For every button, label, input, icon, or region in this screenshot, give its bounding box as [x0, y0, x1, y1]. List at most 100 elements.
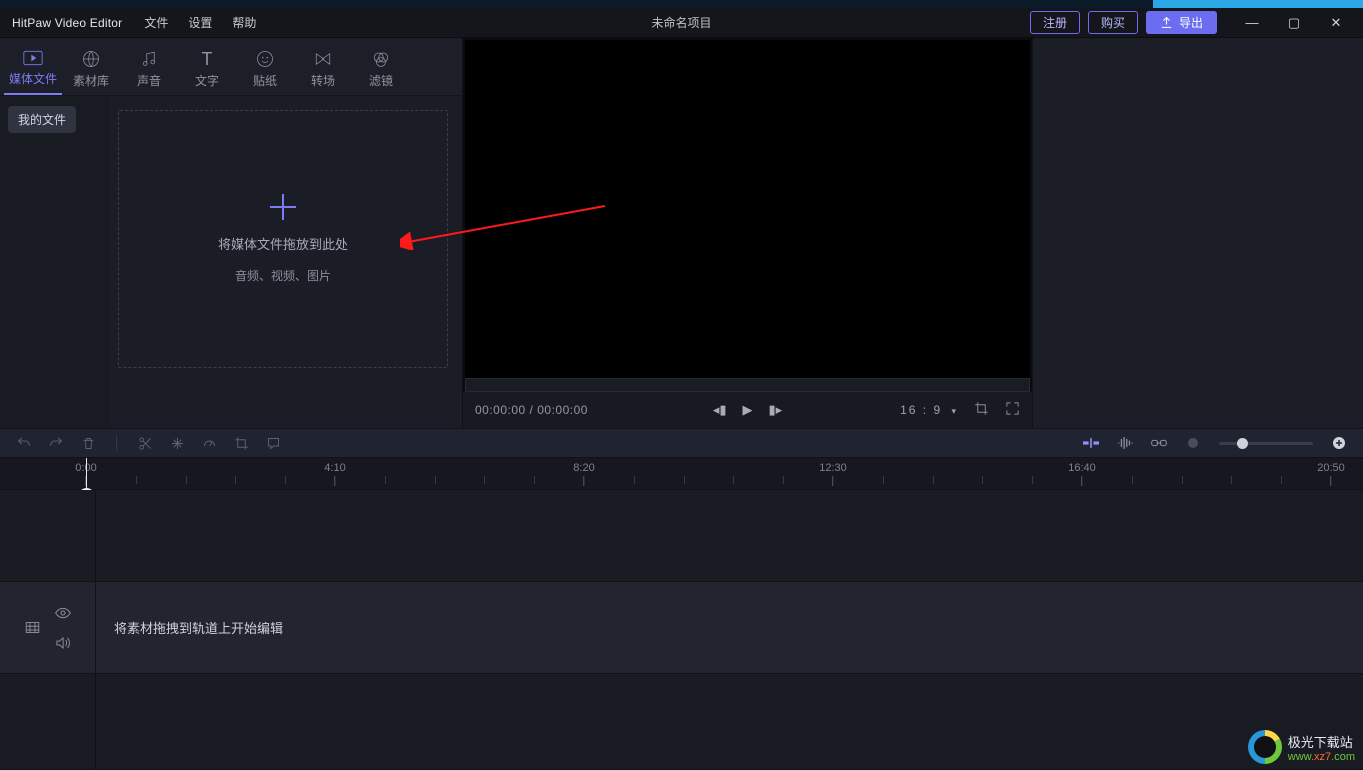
crop-button[interactable]	[974, 401, 989, 419]
speed-button[interactable]	[201, 435, 217, 451]
play-button[interactable]: ▶	[743, 402, 753, 418]
watermark-title: 极光下载站	[1288, 732, 1355, 751]
media-subnav: 我的文件	[0, 96, 110, 428]
tab-filter[interactable]: 滤镜	[352, 50, 410, 95]
zoom-slider-knob[interactable]	[1237, 438, 1248, 449]
dropzone-text-secondary: 音频、视频、图片	[235, 267, 331, 284]
waveform-toggle[interactable]	[1117, 435, 1133, 451]
tab-transition-label: 转场	[311, 72, 335, 89]
preview-scrub-bar[interactable]	[465, 378, 1030, 392]
tab-transition[interactable]: 转场	[294, 50, 352, 95]
preview-viewport	[465, 40, 1030, 378]
menu-help[interactable]: 帮助	[222, 14, 266, 31]
ruler-label: 12:30	[819, 462, 847, 474]
media-icon	[23, 50, 43, 66]
video-track-body[interactable]: 将素材拖拽到轨道上开始编辑	[96, 582, 1363, 673]
link-toggle[interactable]	[1151, 435, 1167, 451]
add-media-button[interactable]	[270, 194, 296, 220]
zoom-in-button[interactable]	[1331, 435, 1347, 451]
category-tabs: 媒体文件 素材库 声音 T 文字 贴纸	[0, 38, 462, 96]
app-brand: HitPaw Video Editor	[0, 16, 134, 30]
menu-file[interactable]: 文件	[134, 14, 178, 31]
crop-clip-icon	[234, 436, 249, 451]
link-icon	[1151, 436, 1167, 450]
snap-toggle[interactable]	[1083, 435, 1099, 451]
tab-audio-label: 声音	[137, 72, 161, 89]
time-current: 00:00:00	[475, 403, 526, 417]
tab-filter-label: 滤镜	[369, 72, 393, 89]
tab-media[interactable]: 媒体文件	[4, 50, 62, 95]
minus-circle-icon	[1187, 437, 1199, 449]
window-minimize-button[interactable]: ―	[1231, 15, 1273, 30]
text-icon: T	[202, 50, 213, 68]
timeline-ruler[interactable]: 0:00 4:10 8:20 12:30 16:40 20:50	[0, 458, 1363, 490]
crop-clip-button[interactable]	[233, 435, 249, 451]
window-maximize-button[interactable]: ▢	[1273, 15, 1315, 31]
track-thumb-button[interactable]	[25, 620, 41, 636]
ruler-label: 4:10	[324, 462, 345, 474]
fullscreen-button[interactable]	[1005, 401, 1020, 419]
next-frame-button[interactable]: ▮▸	[769, 402, 783, 418]
music-icon	[140, 50, 158, 68]
redo-icon	[48, 435, 64, 451]
gauge-icon	[202, 436, 217, 451]
buy-button[interactable]: 购买	[1088, 11, 1138, 34]
tab-sticker-label: 贴纸	[253, 72, 277, 89]
track-visibility-toggle[interactable]	[55, 605, 71, 621]
zoom-out-button[interactable]	[1185, 435, 1201, 451]
sparkle-icon	[170, 436, 185, 451]
os-window-sliver	[0, 0, 1363, 8]
waveform-icon	[1117, 436, 1133, 450]
tab-text[interactable]: T 文字	[178, 50, 236, 95]
track-body[interactable]	[96, 490, 1363, 581]
prev-frame-button[interactable]: ◂▮	[713, 402, 727, 418]
filter-icon	[372, 50, 390, 68]
menu-settings[interactable]: 设置	[178, 14, 222, 31]
media-panel: 媒体文件 素材库 声音 T 文字 贴纸	[0, 38, 462, 428]
undo-button[interactable]	[16, 435, 32, 451]
export-icon	[1160, 16, 1173, 29]
track-body[interactable]	[96, 674, 1363, 769]
watermark-swirl-icon	[1248, 730, 1282, 764]
tab-stock[interactable]: 素材库	[62, 50, 120, 95]
tab-text-label: 文字	[195, 72, 219, 89]
watermark-url: www.xz7.com	[1288, 751, 1355, 763]
register-button[interactable]: 注册	[1030, 11, 1080, 34]
marker-button[interactable]	[265, 435, 281, 451]
track-gutter	[0, 490, 96, 581]
os-window-accent	[1153, 0, 1363, 8]
track-controls	[0, 582, 96, 673]
timeline-tracks: 将素材拖拽到轨道上开始编辑	[0, 490, 1363, 770]
crop-icon	[974, 401, 989, 416]
tab-media-label: 媒体文件	[9, 70, 57, 87]
filmstrip-icon	[25, 621, 40, 634]
media-dropzone[interactable]: 将媒体文件拖放到此处 音频、视频、图片	[118, 110, 448, 368]
aspect-ratio-select[interactable]: 16 : 9 ▾	[900, 403, 958, 417]
adjust-button[interactable]	[169, 435, 185, 451]
track-mute-toggle[interactable]	[55, 635, 71, 651]
tab-audio[interactable]: 声音	[120, 50, 178, 95]
properties-panel	[1033, 38, 1363, 428]
tab-stock-label: 素材库	[73, 72, 109, 89]
aspect-ratio-value: 16 : 9	[900, 403, 942, 417]
preview-panel: 00:00:00 / 00:00:00 ◂▮ ▶ ▮▸ 16 : 9 ▾	[462, 38, 1033, 428]
window-close-button[interactable]: ✕	[1315, 15, 1357, 31]
video-track: 将素材拖拽到轨道上开始编辑	[0, 582, 1363, 674]
watermark-logo: 极光下载站 www.xz7.com	[1248, 730, 1355, 764]
split-button[interactable]	[137, 435, 153, 451]
zoom-slider[interactable]	[1219, 442, 1313, 445]
export-button[interactable]: 导出	[1146, 11, 1217, 34]
chat-icon	[266, 436, 281, 451]
dropzone-text-primary: 将媒体文件拖放到此处	[218, 234, 348, 253]
titlebar: HitPaw Video Editor 文件 设置 帮助 未命名项目 注册 购买…	[0, 8, 1363, 38]
trash-icon	[81, 436, 96, 451]
track-spacer-bottom	[0, 674, 1363, 770]
redo-button[interactable]	[48, 435, 64, 451]
transition-icon	[314, 50, 332, 68]
delete-button[interactable]	[80, 435, 96, 451]
my-files-pill[interactable]: 我的文件	[8, 106, 76, 133]
ruler-label: 20:50	[1317, 462, 1345, 474]
track-gutter	[0, 674, 96, 769]
toolbar-separator	[116, 435, 117, 451]
tab-sticker[interactable]: 贴纸	[236, 50, 294, 95]
